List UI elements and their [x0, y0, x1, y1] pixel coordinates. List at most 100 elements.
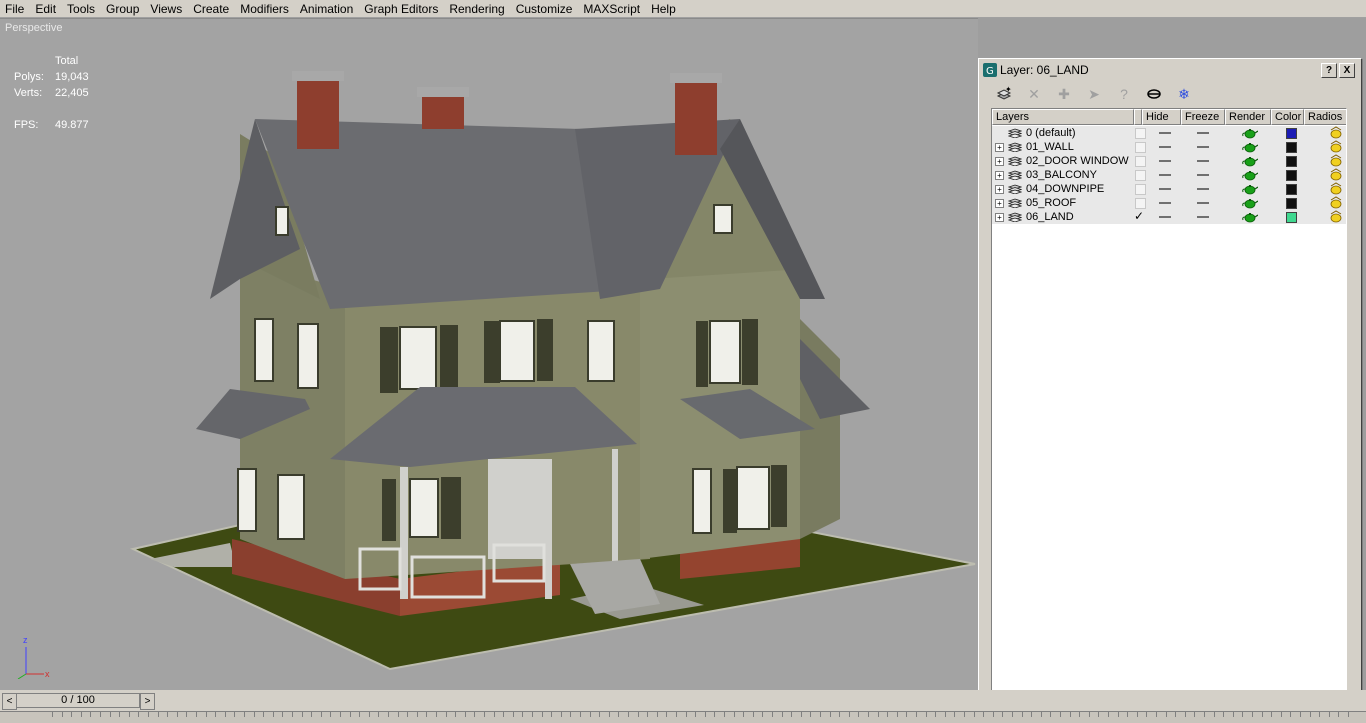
layer-row[interactable]: +06_LAND ✓ — [992, 209, 1346, 224]
hide-toggle[interactable] — [1159, 216, 1171, 218]
previous-frame-button[interactable]: < — [2, 693, 17, 710]
layer-row[interactable]: +02_DOOR WINDOW — [992, 154, 1346, 168]
new-layer-icon[interactable]: ✦ — [989, 84, 1019, 104]
radiosity-teapot-icon[interactable] — [1329, 196, 1343, 210]
add-to-layer-icon[interactable]: ✚ — [1049, 84, 1079, 104]
column-hide[interactable]: Hide — [1142, 109, 1181, 125]
menu-views[interactable]: Views — [145, 1, 188, 17]
menu-rendering[interactable]: Rendering — [444, 1, 510, 17]
hide-toggle[interactable] — [1159, 146, 1171, 148]
expand-icon[interactable]: + — [995, 199, 1004, 208]
layer-toolbar: ✦ ✕ ✚ ➤ ? ❄ — [989, 83, 1199, 105]
freeze-toggle[interactable] — [1197, 132, 1209, 134]
render-teapot-icon[interactable] — [1242, 169, 1258, 181]
freeze-toggle[interactable] — [1197, 216, 1209, 218]
current-layer-checkbox[interactable] — [1135, 142, 1146, 153]
column-render[interactable]: Render — [1225, 109, 1271, 125]
layer-name[interactable]: 04_DOWNPIPE — [1026, 182, 1104, 196]
layer-name[interactable]: 02_DOOR WINDOW — [1026, 154, 1129, 168]
expand-icon[interactable]: + — [995, 157, 1004, 166]
layer-row[interactable]: +03_BALCONY — [992, 168, 1346, 182]
hide-toggle[interactable] — [1159, 202, 1171, 204]
render-teapot-icon[interactable] — [1242, 183, 1258, 195]
current-layer-check-icon[interactable]: ✓ — [1134, 209, 1144, 223]
layer-name[interactable]: 0 (default) — [1026, 126, 1076, 140]
hide-toggle[interactable] — [1159, 188, 1171, 190]
track-bar[interactable] — [0, 711, 1366, 723]
layer-name[interactable]: 01_WALL — [1026, 140, 1074, 154]
menu-edit[interactable]: Edit — [30, 1, 62, 17]
render-teapot-icon[interactable] — [1242, 211, 1258, 223]
expand-icon[interactable]: + — [995, 171, 1004, 180]
freeze-toggle[interactable] — [1197, 188, 1209, 190]
time-slider[interactable]: 0 / 100 — [16, 693, 140, 708]
radiosity-teapot-icon[interactable] — [1329, 126, 1343, 140]
close-button[interactable]: X — [1339, 62, 1355, 78]
current-layer-checkbox[interactable] — [1135, 170, 1146, 181]
column-freeze[interactable]: Freeze — [1181, 109, 1225, 125]
track-tick — [52, 712, 53, 717]
layer-color-swatch[interactable] — [1286, 156, 1297, 167]
expand-icon[interactable]: + — [995, 143, 1004, 152]
freeze-toggle[interactable] — [1197, 174, 1209, 176]
freeze-toggle[interactable] — [1197, 146, 1209, 148]
layer-color-swatch[interactable] — [1286, 184, 1297, 195]
hide-toggle[interactable] — [1159, 174, 1171, 176]
hide-toggle[interactable] — [1159, 132, 1171, 134]
layer-dialog-titlebar[interactable]: G Layer: 06_LAND ? X — [981, 61, 1357, 79]
render-teapot-icon[interactable] — [1242, 141, 1258, 153]
layer-color-swatch[interactable] — [1286, 128, 1297, 139]
menu-tools[interactable]: Tools — [62, 1, 101, 17]
radiosity-teapot-icon[interactable] — [1329, 154, 1343, 168]
expand-icon[interactable]: + — [995, 185, 1004, 194]
next-frame-button[interactable]: > — [140, 693, 155, 710]
layer-dialog: G Layer: 06_LAND ? X ✦ ✕ ✚ ➤ ? ❄ Layers … — [978, 58, 1362, 710]
radiosity-teapot-icon[interactable] — [1329, 168, 1343, 182]
radiosity-teapot-icon[interactable] — [1329, 210, 1343, 224]
perspective-viewport[interactable]: Perspective Total Polys: 19,043 Verts: 2… — [0, 18, 978, 691]
render-teapot-icon[interactable] — [1242, 197, 1258, 209]
layer-name[interactable]: 05_ROOF — [1026, 196, 1076, 210]
hide-toggle[interactable] — [1159, 160, 1171, 162]
layer-row[interactable]: +01_WALL — [992, 140, 1346, 154]
delete-layer-icon[interactable]: ✕ — [1019, 84, 1049, 104]
menu-group[interactable]: Group — [101, 1, 145, 17]
layer-color-swatch[interactable] — [1286, 170, 1297, 181]
menu-maxscript[interactable]: MAXScript — [578, 1, 646, 17]
menu-animation[interactable]: Animation — [295, 1, 359, 17]
column-radiosity[interactable]: Radios — [1304, 109, 1346, 125]
select-highlight-icon[interactable]: ➤ — [1079, 84, 1109, 104]
layer-color-swatch[interactable] — [1286, 212, 1297, 223]
current-layer-checkbox[interactable] — [1135, 184, 1146, 195]
menu-graph-editors[interactable]: Graph Editors — [359, 1, 444, 17]
layers-list[interactable]: Layers Hide Freeze Render Color Radios 0… — [991, 108, 1347, 708]
menu-help[interactable]: Help — [646, 1, 682, 17]
help-icon[interactable]: ? — [1109, 84, 1139, 104]
expand-icon[interactable]: + — [995, 213, 1004, 222]
freeze-all-icon[interactable]: ❄ — [1169, 84, 1199, 104]
help-button[interactable]: ? — [1321, 62, 1337, 78]
layer-name[interactable]: 06_LAND — [1026, 210, 1074, 224]
render-teapot-icon[interactable] — [1242, 127, 1258, 139]
current-layer-checkbox[interactable] — [1135, 156, 1146, 167]
menu-customize[interactable]: Customize — [511, 1, 579, 17]
freeze-toggle[interactable] — [1197, 160, 1209, 162]
layer-color-swatch[interactable] — [1286, 198, 1297, 209]
menu-modifiers[interactable]: Modifiers — [235, 1, 295, 17]
current-layer-checkbox[interactable] — [1135, 198, 1146, 209]
current-layer-checkbox[interactable] — [1135, 128, 1146, 139]
menu-create[interactable]: Create — [188, 1, 235, 17]
hide-all-icon[interactable] — [1139, 84, 1169, 104]
layer-row[interactable]: 0 (default) — [992, 126, 1346, 140]
radiosity-teapot-icon[interactable] — [1329, 182, 1343, 196]
column-layers[interactable]: Layers — [992, 109, 1134, 125]
layer-color-swatch[interactable] — [1286, 142, 1297, 153]
layer-row[interactable]: +05_ROOF — [992, 196, 1346, 210]
freeze-toggle[interactable] — [1197, 202, 1209, 204]
render-teapot-icon[interactable] — [1242, 155, 1258, 167]
layer-name[interactable]: 03_BALCONY — [1026, 168, 1097, 182]
layer-row[interactable]: +04_DOWNPIPE — [992, 182, 1346, 196]
radiosity-teapot-icon[interactable] — [1329, 140, 1343, 154]
column-color[interactable]: Color — [1271, 109, 1304, 125]
menu-file[interactable]: File — [0, 1, 30, 17]
